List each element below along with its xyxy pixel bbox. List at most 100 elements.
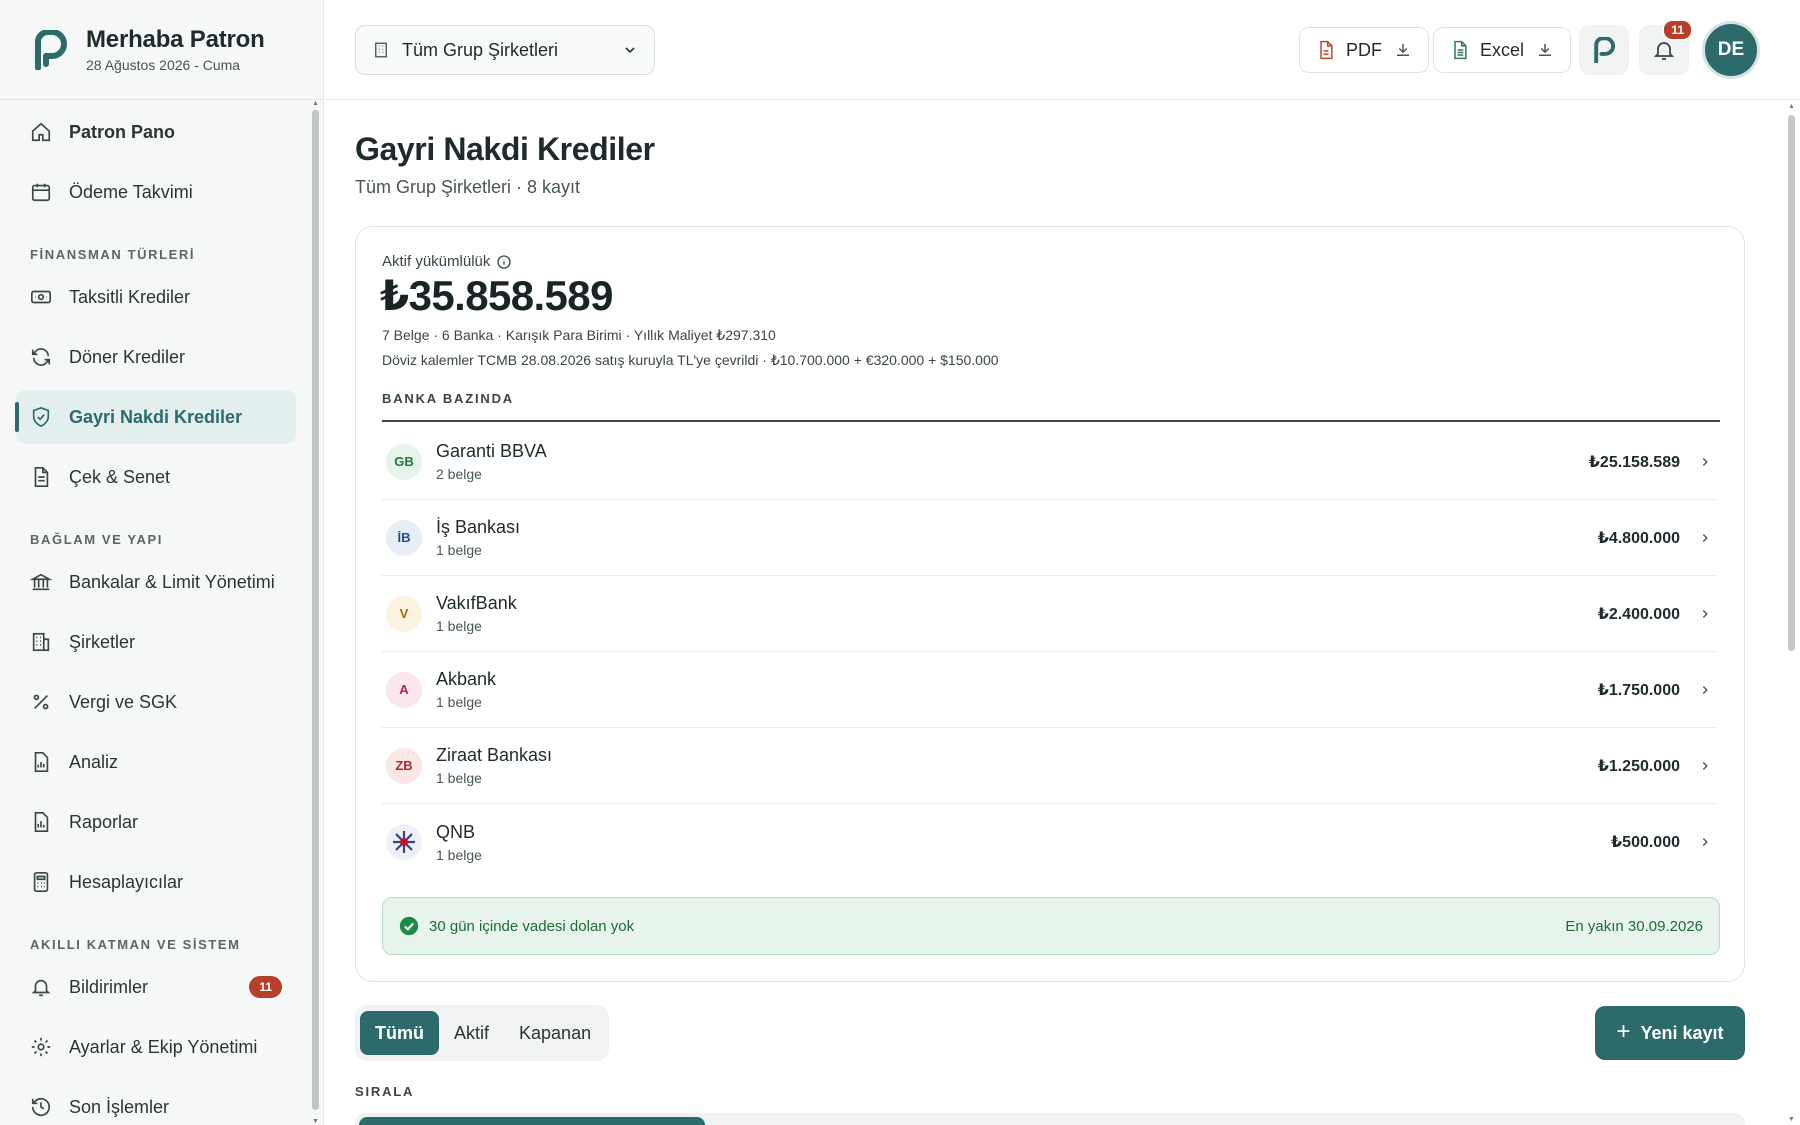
liability-label-text: Aktif yükümlülük — [382, 253, 491, 270]
bank-logo-icon: ZB — [386, 747, 422, 784]
chevron-right-icon — [1702, 761, 1708, 770]
divider — [382, 420, 1720, 422]
info-icon[interactable] — [496, 254, 512, 270]
sidebar-item-label: Raporlar — [69, 811, 139, 832]
page-title: Gayri Nakdi Krediler — [355, 131, 655, 167]
sidebar-scrollbar[interactable]: ▲ ▼ — [309, 100, 321, 1125]
patron-assistant-button[interactable] — [1579, 25, 1629, 75]
bank-name: İş Bankası — [436, 517, 521, 537]
scroll-down-arrow-icon[interactable]: ▼ — [1788, 1116, 1795, 1123]
gear-icon — [31, 1037, 51, 1057]
pdf-file-icon — [1320, 40, 1333, 60]
sidebar-item-label: Ödeme Takvimi — [69, 181, 193, 202]
calendar-icon — [31, 183, 51, 202]
patron-logo-icon — [1594, 37, 1615, 63]
nearest-maturity: En yakın 30.09.2026 — [1565, 917, 1703, 935]
banner-text: 30 gün içinde vadesi dolan yok — [429, 917, 635, 935]
bank-document-count: 1 belge — [436, 846, 482, 863]
main-scrollbar[interactable]: ▲ ▼ — [1782, 101, 1800, 1125]
sidebar-item-patron-pano[interactable]: Patron Pano — [16, 105, 296, 159]
section-context: BAĞLAM VE YAPI — [30, 532, 163, 547]
report-icon — [34, 812, 49, 832]
chevron-right-icon — [1702, 533, 1708, 542]
sidebar-item-doner-krediler[interactable]: Döner Krediler — [16, 330, 296, 384]
sidebar-item-taksitli-krediler[interactable]: Taksitli Krediler — [16, 270, 296, 324]
excel-file-icon — [1454, 40, 1467, 60]
bank-amount: ₺4.800.000 — [1597, 529, 1680, 547]
sidebar-item-hesaplayicilar[interactable]: Hesaplayıcılar — [16, 855, 296, 909]
sidebar-item-label: Döner Krediler — [69, 346, 186, 367]
sidebar-item-label: Çek & Senet — [69, 466, 171, 487]
download-icon — [1539, 44, 1552, 56]
pdf-export-button[interactable]: PDF — [1299, 27, 1429, 73]
liability-label: Aktif yükümlülük — [382, 253, 512, 270]
bank-document-count: 1 belge — [436, 770, 482, 786]
bank-amount: ₺500.000 — [1611, 834, 1680, 851]
sidebar-item-son-islemler[interactable]: Son İşlemler — [16, 1080, 296, 1125]
sidebar-item-odeme-takvimi[interactable]: Ödeme Takvimi — [16, 165, 296, 219]
bell-icon — [31, 979, 51, 997]
new-record-label: Yeni kayıt — [1640, 1022, 1724, 1043]
sidebar-item-label: Taksitli Krediler — [69, 286, 191, 307]
bank-name: Ziraat Bankası — [436, 745, 553, 765]
bank-row[interactable]: A Akbank 1 belge ₺1.750.000 — [382, 652, 1716, 728]
building-icon — [32, 632, 50, 652]
bank-icon — [30, 573, 52, 591]
scroll-down-arrow-icon[interactable]: ▼ — [312, 1118, 319, 1125]
sidebar-item-label: Bankalar & Limit Yönetimi — [69, 571, 275, 592]
sidebar-item-vergi-sgk[interactable]: Vergi ve SGK — [16, 675, 296, 729]
sidebar-item-label: Patron Pano — [69, 121, 176, 142]
bank-row[interactable]: İB İş Bankası 1 belge ₺4.800.000 — [382, 500, 1716, 576]
chevron-down-icon — [625, 47, 635, 54]
sort-option-active[interactable] — [359, 1117, 705, 1125]
bell-icon — [1653, 42, 1675, 60]
sidebar-item-raporlar[interactable]: Raporlar — [16, 795, 296, 849]
brand: Merhaba Patron 28 Ağustos 2026 - Cuma — [0, 0, 323, 100]
building-icon — [375, 42, 387, 58]
sidebar-item-gayri-nakdi-krediler[interactable]: Gayri Nakdi Krediler — [15, 390, 296, 444]
bank-row[interactable]: GB Garanti BBVA 2 belge ₺25.158.589 — [382, 424, 1716, 500]
bank-document-count: 1 belge — [436, 618, 482, 634]
bank-logo-icon: A — [386, 671, 422, 708]
bank-name: Akbank — [436, 669, 497, 689]
scroll-up-arrow-icon[interactable]: ▲ — [1788, 103, 1795, 110]
sidebar-item-bildirimler[interactable]: Bildirimler 11 — [16, 960, 296, 1014]
excel-export-button[interactable]: Excel — [1433, 27, 1572, 73]
sidebar-item-sirketler[interactable]: Şirketler — [16, 615, 296, 669]
percent-icon — [33, 694, 49, 710]
sidebar-item-label: Ayarlar & Ekip Yönetimi — [69, 1036, 258, 1057]
sidebar-item-label: Vergi ve SGK — [69, 691, 178, 712]
home-icon — [31, 122, 51, 142]
bank-logo-icon: V — [386, 595, 422, 632]
tab-closed[interactable]: Kapanan — [504, 1011, 606, 1055]
brand-date: 28 Ağustos 2026 - Cuma — [86, 57, 241, 73]
sidebar-item-cek-senet[interactable]: Çek & Senet — [16, 450, 296, 504]
sidebar-item-analiz[interactable]: Analiz — [16, 735, 296, 789]
bank-row[interactable]: QNB 1 belge ₺500.000 — [382, 804, 1716, 880]
bank-logo-icon: GB — [386, 443, 422, 480]
sidebar-scroll-thumb[interactable] — [312, 110, 319, 1110]
bank-name: Garanti BBVA — [436, 441, 547, 461]
maturity-status-banner: 30 gün içinde vadesi dolan yok En yakın … — [382, 897, 1720, 955]
user-avatar[interactable]: DE — [1702, 21, 1760, 79]
bank-row[interactable]: V VakıfBank 1 belge ₺2.400.000 — [382, 576, 1716, 652]
patron-logo-icon — [35, 29, 67, 70]
tab-active[interactable]: Aktif — [439, 1011, 504, 1055]
main-scroll-thumb[interactable] — [1788, 115, 1795, 651]
shield-check-icon — [32, 406, 50, 428]
notifications-button[interactable]: 11 — [1639, 19, 1693, 75]
plus-icon: + — [1616, 1017, 1631, 1045]
banknote-icon — [31, 290, 51, 304]
sidebar-item-bankalar[interactable]: Bankalar & Limit Yönetimi — [16, 555, 296, 609]
sidebar-item-ayarlar[interactable]: Ayarlar & Ekip Yönetimi — [16, 1020, 296, 1074]
new-record-button[interactable]: + Yeni kayıt — [1595, 1006, 1745, 1060]
tab-all[interactable]: Tümü — [360, 1011, 439, 1055]
top-header: Tüm Grup Şirketleri PDF Excel 11 DE — [325, 0, 1800, 100]
chevron-right-icon — [1702, 457, 1708, 466]
scroll-up-arrow-icon[interactable]: ▲ — [312, 100, 319, 107]
sidebar-nav: Patron Pano Ödeme Takvimi FİNANSMAN TÜRL… — [0, 100, 309, 1125]
bank-amount: ₺2.400.000 — [1597, 605, 1680, 623]
bank-amount: ₺25.158.589 — [1588, 453, 1680, 471]
bank-row[interactable]: ZB Ziraat Bankası 1 belge ₺1.250.000 — [382, 728, 1716, 804]
company-select[interactable]: Tüm Grup Şirketleri — [355, 25, 655, 75]
